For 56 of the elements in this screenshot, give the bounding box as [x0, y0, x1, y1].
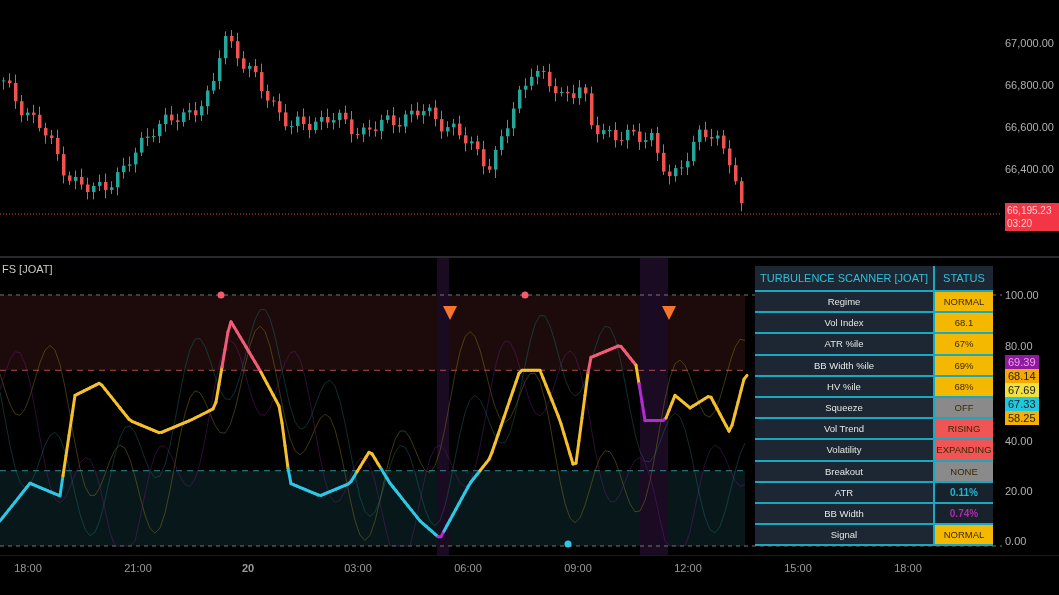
indicator-axis-label: 40.00 [1005, 434, 1033, 448]
price-axis-label: 66,400.00 [1005, 162, 1054, 176]
bar-countdown: 03:20 [1007, 217, 1034, 230]
table-cell: Volatility [755, 440, 935, 462]
table-cell: Signal [755, 525, 935, 547]
time-axis-label: 12:00 [673, 561, 703, 576]
last-price-value: 66,195.23 [1007, 204, 1053, 217]
time-axis-label: 15:00 [783, 561, 813, 576]
table-cell: Squeeze [755, 397, 935, 420]
indicator-axis-label: 20.00 [1005, 484, 1033, 498]
value-badge: 69.39 [1005, 355, 1039, 369]
indicator-title: FS [JOAT] [2, 263, 53, 275]
time-axis-label: 09:00 [563, 561, 593, 576]
status-cell: EXPANDING [935, 440, 993, 462]
time-axis-label: 03:00 [343, 561, 373, 576]
time-axis-label: 18:00 [893, 561, 923, 576]
status-cell: 69% [935, 355, 993, 377]
price-axis-label: 66,600.00 [1005, 120, 1054, 134]
table-cell: BB Width [755, 503, 935, 526]
status-cell: NONE [935, 461, 993, 483]
indicator-axis-label: 80.00 [1005, 339, 1033, 353]
status-cell: 68.1 [935, 313, 993, 335]
indicator-axis-label: 0.00 [1005, 534, 1027, 548]
status-cell: NORMAL [935, 292, 993, 314]
table-header: TURBULENCE SCANNER [JOAT] [755, 266, 935, 292]
dot-marker-icon [564, 540, 572, 548]
status-value: 0.74% [949, 507, 979, 519]
table-cell: BB Width %ile [755, 355, 935, 377]
time-axis-label: 21:00 [123, 561, 153, 576]
dot-marker-icon [217, 291, 225, 299]
table-cell: Vol Index [755, 313, 935, 335]
table-cell: ATR [755, 482, 935, 504]
status-value: 0.11% [950, 486, 978, 498]
table-cell: ATR %ile [755, 334, 935, 356]
table-cell: Breakout [755, 461, 935, 483]
value-badge: 67.69 [1005, 383, 1039, 397]
table-cell: Regime [755, 292, 935, 314]
price-axis-label: 67,000.00 [1005, 36, 1054, 50]
value-badge: 58.25 [1005, 411, 1039, 425]
status-cell: 68% [935, 376, 993, 398]
indicator-axis-label: 100.00 [1005, 288, 1039, 302]
value-badge: 67.33 [1005, 397, 1039, 411]
status-cell: NORMAL [935, 525, 993, 547]
status-cell: 67% [935, 334, 993, 356]
dot-marker-icon [521, 291, 529, 299]
time-axis-label: 06:00 [453, 561, 483, 576]
table-cell: HV %ile [755, 376, 935, 398]
triangle-marker-icon [443, 306, 457, 320]
time-axis-label: 20 [240, 561, 256, 576]
triangle-marker-icon [662, 306, 676, 320]
value-badge: 68.14 [1005, 369, 1039, 383]
price-axis-label: 66,800.00 [1005, 78, 1054, 92]
table-cell: Vol Trend [755, 419, 935, 441]
status-cell: RISING [935, 419, 993, 441]
time-axis-label: 18:00 [13, 561, 43, 576]
status-cell: OFF [935, 397, 993, 420]
